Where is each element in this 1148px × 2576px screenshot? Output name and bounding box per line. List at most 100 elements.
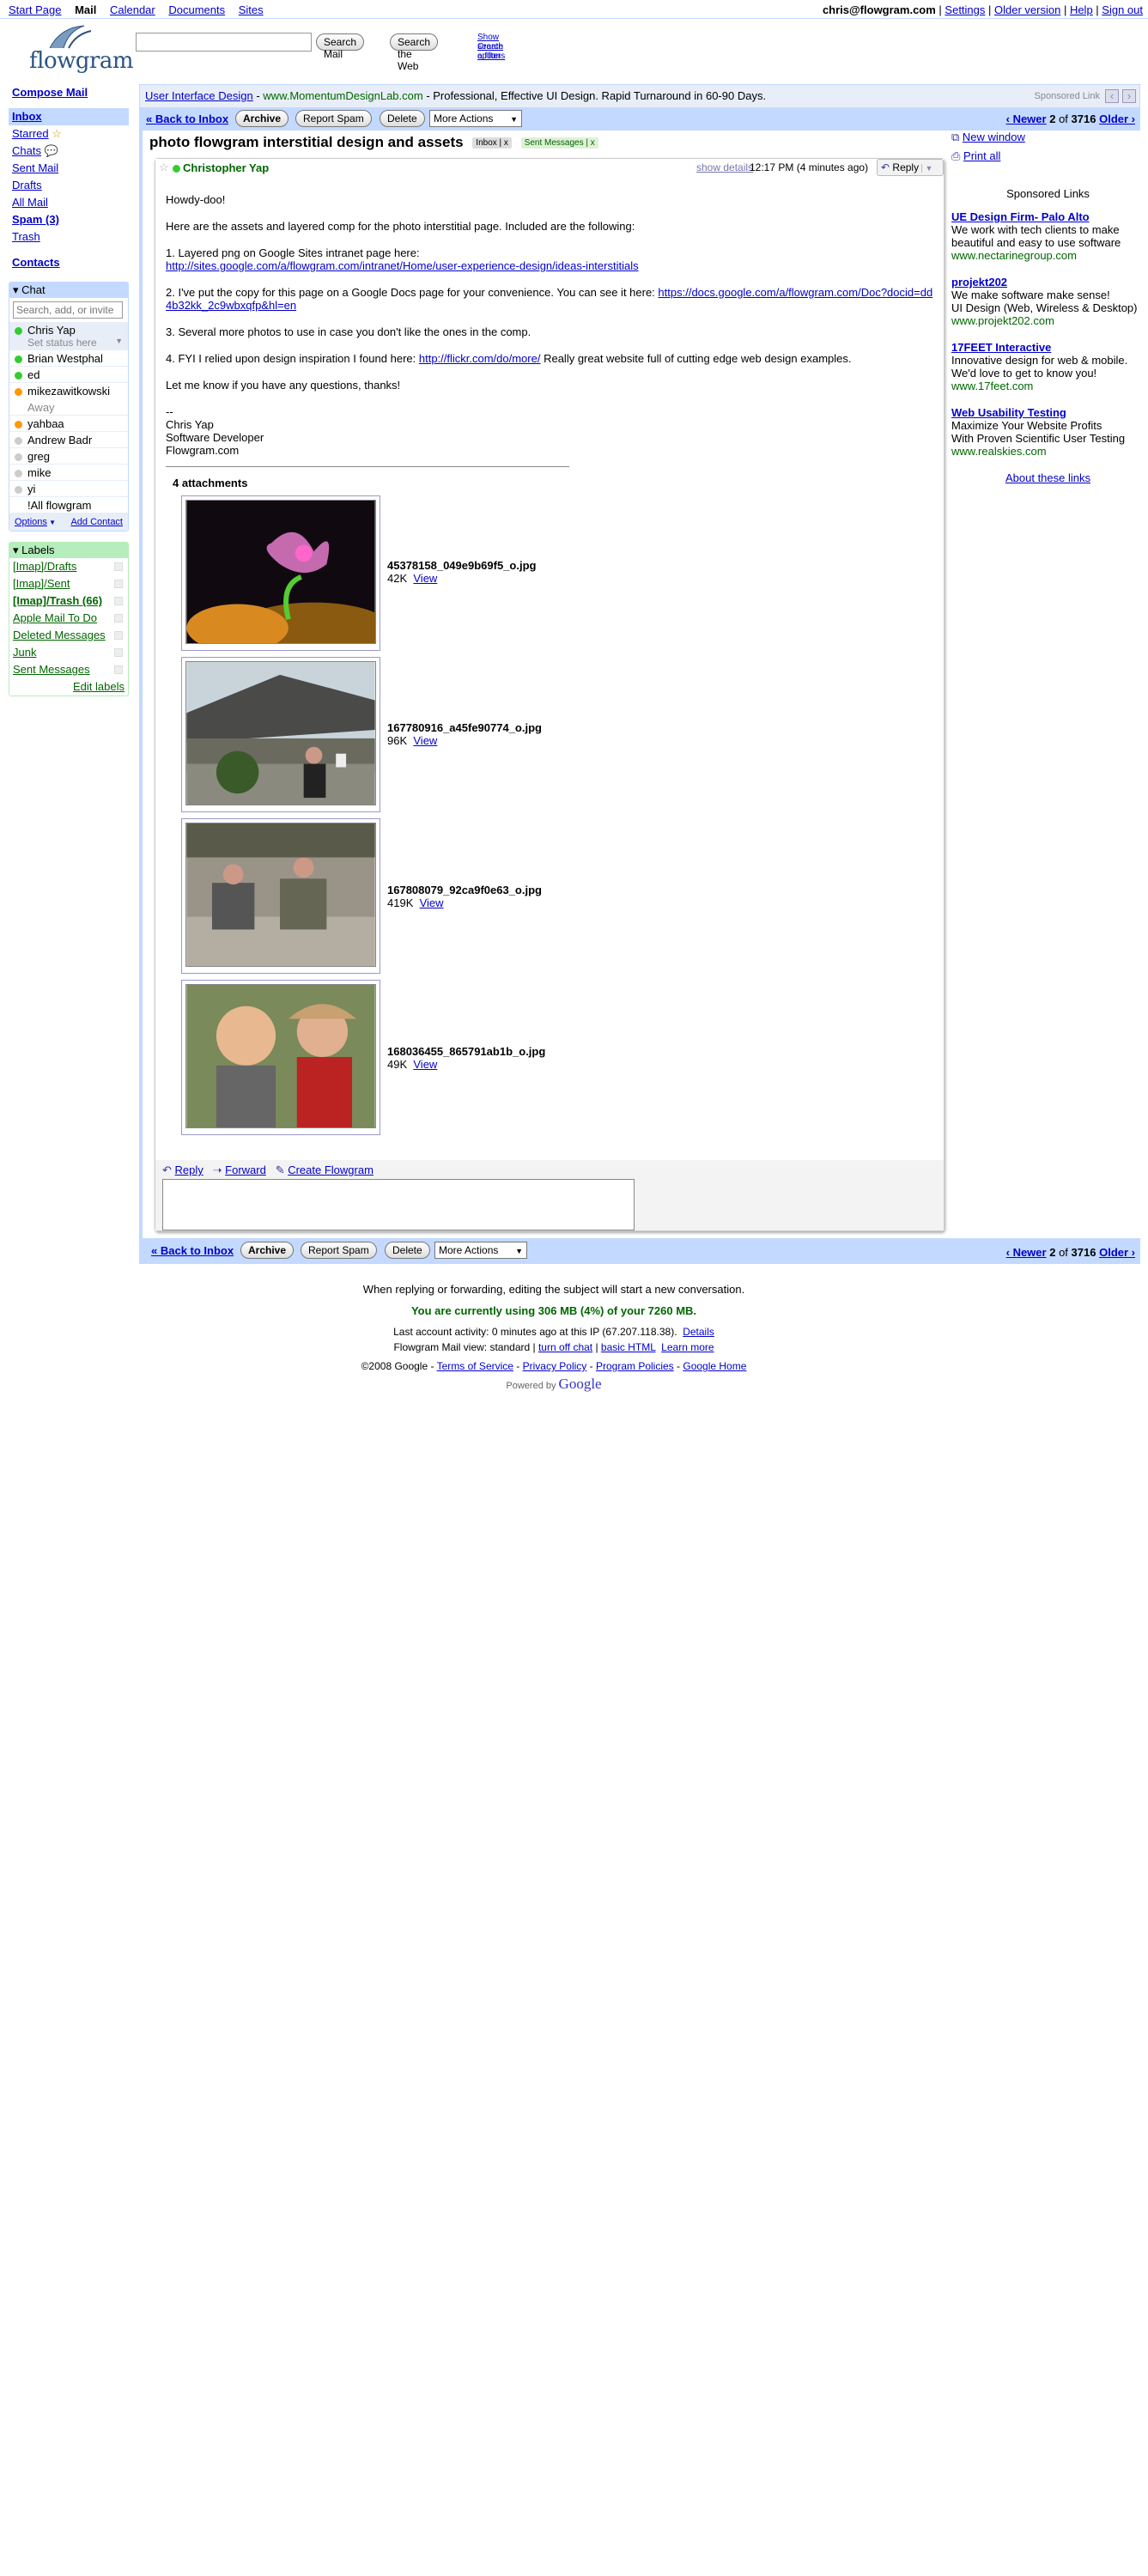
next-ad-icon[interactable]: › (1122, 89, 1136, 103)
quick-reply-box[interactable] (162, 1179, 635, 1230)
label-item[interactable]: [Imap]/Sent (9, 575, 128, 592)
label-item[interactable]: Apple Mail To Do (9, 610, 128, 627)
calendar-link[interactable]: Calendar (110, 3, 155, 16)
view-attachment-link[interactable]: View (413, 572, 437, 585)
nav-item-drafts-label[interactable]: Drafts (12, 179, 42, 191)
back-to-inbox-link[interactable]: « Back to Inbox (146, 112, 228, 125)
sites-link[interactable]: http://sites.google.com/a/flowgram.com/i… (166, 259, 639, 272)
nav-item-inbox-label[interactable]: Inbox (12, 110, 42, 123)
view-attachment-link[interactable]: View (413, 734, 437, 747)
label-item[interactable]: [Imap]/Drafts (9, 558, 128, 575)
set-status-field[interactable]: Set status here ▼ (15, 337, 123, 349)
more-actions-select[interactable]: More Actions (434, 1242, 527, 1259)
nav-item-trash[interactable]: Trash (9, 228, 129, 246)
remove-tag-icon[interactable]: x (504, 138, 508, 148)
basic-html-link[interactable]: basic HTML (601, 1341, 656, 1353)
sent-messages-tag[interactable]: Sent Messages | x (520, 137, 598, 149)
terms-link[interactable]: Terms of Service (437, 1360, 513, 1372)
nav-item-sent[interactable]: Sent Mail (9, 160, 129, 177)
help-link[interactable]: Help (1070, 3, 1093, 16)
attachment-thumbnail[interactable] (181, 980, 380, 1135)
google-home-link[interactable]: Google Home (683, 1360, 746, 1372)
archive-button[interactable]: Archive (240, 1242, 295, 1259)
chat-options-link[interactable]: Options (15, 517, 47, 527)
new-window-link[interactable]: New window (963, 131, 1025, 143)
search-web-button[interactable]: Search the Web (390, 33, 439, 72)
sponsored-ad[interactable]: projekt202 We make software make sense! U… (951, 276, 1145, 327)
attachment-thumbnail[interactable] (181, 818, 380, 974)
inbox-tag[interactable]: Inbox | x (472, 137, 512, 149)
older-version-link[interactable]: Older version (994, 3, 1060, 16)
start-page-link[interactable]: Start Page (9, 3, 61, 16)
label-color-swatch[interactable] (114, 597, 123, 605)
chat-panel-header[interactable]: ▾ Chat (9, 283, 128, 298)
label-item[interactable]: Junk (9, 644, 128, 661)
documents-link[interactable]: Documents (168, 3, 225, 16)
label-color-swatch[interactable] (114, 631, 123, 640)
search-input[interactable] (136, 33, 312, 52)
about-these-links[interactable]: About these links (1005, 471, 1090, 484)
nav-item-drafts[interactable]: Drafts (9, 177, 129, 194)
sponsored-ad[interactable]: 17FEET Interactive Innovative design for… (951, 341, 1145, 392)
reply-button[interactable]: ↶ Reply ▼ (877, 159, 944, 176)
report-spam-button[interactable]: Report Spam (301, 1242, 377, 1259)
newer-link[interactable]: ‹ Newer (1006, 112, 1047, 125)
label-color-swatch[interactable] (114, 562, 123, 571)
chat-contact[interactable]: yi (9, 481, 128, 497)
ad-title-link[interactable]: User Interface Design (145, 89, 253, 102)
forward-link[interactable]: Forward (225, 1163, 266, 1176)
print-all-action[interactable]: ⎙ Print all (951, 149, 1145, 163)
add-contact-link[interactable]: Add Contact (70, 513, 123, 531)
sign-out-link[interactable]: Sign out (1102, 3, 1143, 16)
nav-item-spam[interactable]: Spam (3) (9, 211, 129, 228)
nav-item-chats[interactable]: Chats 💬 (9, 143, 129, 160)
nav-item-sent-label[interactable]: Sent Mail (12, 161, 58, 174)
turn-off-chat-link[interactable]: turn off chat (538, 1341, 592, 1353)
back-to-inbox-link[interactable]: « Back to Inbox (151, 1244, 234, 1257)
prev-ad-icon[interactable]: ‹ (1105, 89, 1119, 103)
show-details-link[interactable]: show details (696, 161, 753, 173)
chat-contact[interactable]: mike (9, 465, 128, 481)
program-policies-link[interactable]: Program Policies (596, 1360, 674, 1372)
delete-button[interactable]: Delete (385, 1242, 430, 1259)
labels-panel-header[interactable]: ▾ Labels (9, 543, 128, 558)
privacy-link[interactable]: Privacy Policy (523, 1360, 587, 1372)
nav-item-starred-label[interactable]: Starred (12, 127, 49, 140)
label-color-swatch[interactable] (114, 580, 123, 588)
create-flowgram-link[interactable]: Create Flowgram (288, 1163, 374, 1176)
chat-contact[interactable]: ed (9, 367, 128, 383)
flowgram-logo[interactable]: flowgram (27, 22, 134, 76)
nav-item-all-mail[interactable]: All Mail (9, 194, 129, 211)
attachment-thumbnail[interactable] (181, 495, 391, 653)
print-all-link[interactable]: Print all (963, 149, 1000, 162)
ad-url[interactable]: www.MomentumDesignLab.com (263, 89, 422, 102)
chat-group[interactable]: !All flowgram (9, 497, 128, 513)
label-item[interactable]: [Imap]/Trash (66) (9, 592, 128, 610)
label-color-swatch[interactable] (114, 665, 123, 674)
nav-item-inbox[interactable]: Inbox (9, 108, 129, 125)
chat-contact[interactable]: Andrew Badr (9, 432, 128, 448)
view-attachment-link[interactable]: View (413, 1058, 437, 1071)
star-icon[interactable]: ☆ (159, 161, 169, 174)
remove-tag-icon[interactable]: x (591, 138, 595, 148)
details-link[interactable]: Details (683, 1326, 714, 1338)
chat-contact[interactable]: greg (9, 448, 128, 465)
more-actions-select[interactable]: More Actions (429, 110, 522, 127)
learn-more-link[interactable]: Learn more (661, 1341, 714, 1353)
older-link[interactable]: Older › (1099, 112, 1135, 125)
contacts-link[interactable]: Contacts (12, 256, 60, 269)
search-mail-button[interactable]: Search Mail (316, 33, 365, 60)
create-filter-link[interactable]: Create a filter (477, 42, 503, 61)
report-spam-button[interactable]: Report Spam (295, 110, 372, 127)
chat-contact[interactable]: Brian Westphal (9, 350, 128, 367)
chat-search-input[interactable] (13, 301, 123, 319)
view-attachment-link[interactable]: View (420, 896, 444, 909)
nav-item-all-mail-label[interactable]: All Mail (12, 196, 48, 209)
label-color-swatch[interactable] (114, 614, 123, 623)
attachment-thumbnail[interactable] (181, 657, 380, 812)
new-window-action[interactable]: ⧉ New window (951, 131, 1145, 144)
nav-item-spam-label[interactable]: Spam (3) (12, 213, 59, 226)
chat-contact[interactable]: mikezawitkowski Away (9, 383, 128, 416)
label-item[interactable]: Deleted Messages (9, 627, 128, 644)
label-color-swatch[interactable] (114, 648, 123, 657)
